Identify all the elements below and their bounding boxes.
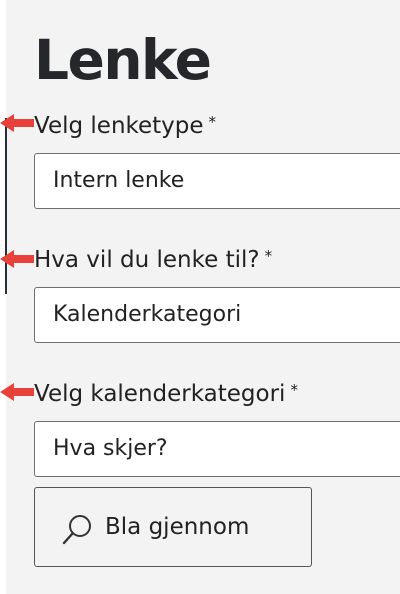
required-mark: * (290, 381, 298, 399)
link-type-label-text: Velg lenketype (34, 113, 204, 139)
link-type-label: Velg lenketype * (34, 111, 216, 141)
annotation-arrow-icon (0, 383, 34, 401)
link-type-select[interactable]: Intern lenke (34, 153, 400, 209)
required-mark: * (208, 113, 217, 131)
browse-button[interactable]: Bla gjennom (34, 487, 312, 567)
browse-button-label: Bla gjennom (105, 514, 250, 540)
link-target-select[interactable]: Kalenderkategori (34, 287, 400, 343)
page-title: Lenke (34, 28, 212, 92)
calendar-category-label: Velg kalenderkategori * (34, 379, 298, 409)
link-target-label-text: Hva vil du lenke til? (34, 247, 260, 273)
calendar-category-select[interactable]: Hva skjer? (34, 421, 400, 477)
annotation-arrow-icon (0, 250, 34, 268)
link-target-label: Hva vil du lenke til? * (34, 245, 272, 275)
annotation-arrow-icon (0, 114, 34, 132)
calendar-category-label-text: Velg kalenderkategori (34, 381, 286, 407)
search-icon (62, 515, 91, 545)
required-mark: * (264, 247, 273, 265)
